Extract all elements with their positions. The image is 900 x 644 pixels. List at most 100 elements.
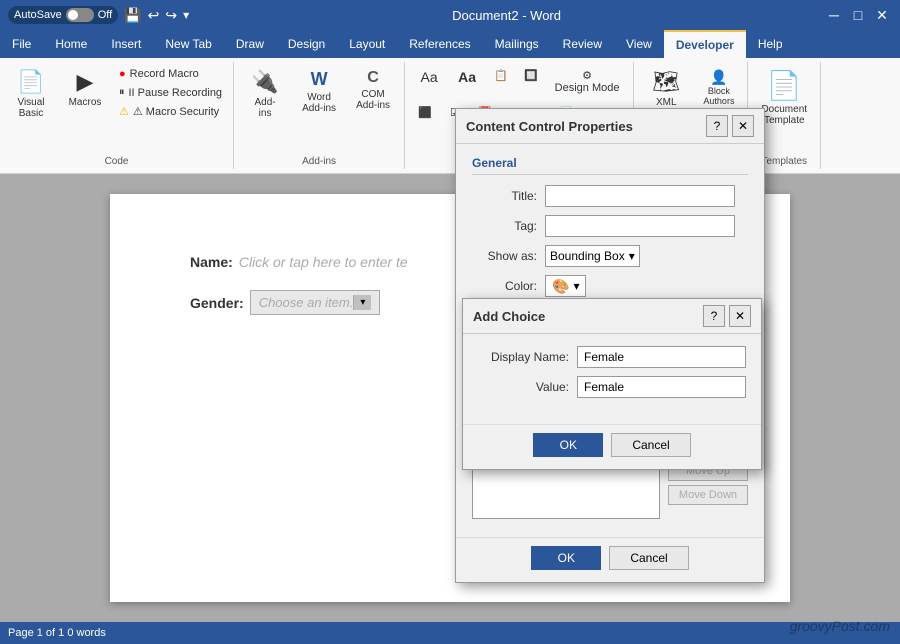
content-control-help-button[interactable]: ?: [706, 115, 728, 137]
show-as-label: Show as:: [472, 249, 537, 263]
word-icon: W: [311, 69, 328, 90]
close-button[interactable]: ✕: [872, 5, 892, 25]
app-window: AutoSave Off 💾 ↩ ↪ ▾ Document2 - Word ─ …: [0, 0, 900, 644]
save-icon[interactable]: 💾: [124, 7, 141, 24]
content-control-controls: ? ✕: [706, 115, 754, 137]
tab-home[interactable]: Home: [43, 30, 99, 58]
window-controls: ─ □ ✕: [824, 5, 892, 25]
autosave-toggle[interactable]: [66, 8, 94, 22]
display-name-row: Display Name:: [479, 346, 745, 368]
add-choice-close-button[interactable]: ✕: [729, 305, 751, 327]
ctrl1-button[interactable]: 📋: [487, 66, 515, 97]
minimize-button[interactable]: ─: [824, 5, 844, 25]
block-author-icon: 👤: [710, 69, 727, 86]
content-control-title: Content Control Properties: [466, 119, 633, 134]
ctrl2-icon: 🔲: [524, 69, 538, 82]
color-row: Color: 🎨 ▾: [472, 275, 748, 297]
tab-references[interactable]: References: [397, 30, 482, 58]
color-picker-button[interactable]: 🎨 ▾: [545, 275, 586, 297]
maximize-button[interactable]: □: [848, 5, 868, 25]
autosave-badge: AutoSave Off: [8, 6, 118, 24]
ribbon-content: 📄 VisualBasic ▶ Macros ● Record Macro: [0, 58, 900, 174]
document-area: Name: Click or tap here to enter te Gend…: [0, 174, 900, 622]
name-placeholder[interactable]: Click or tap here to enter te: [239, 254, 408, 270]
add-choice-body: Display Name: Value:: [463, 334, 761, 418]
tab-layout[interactable]: Layout: [337, 30, 397, 58]
ribbon-group-addins: 🔌 Add-ins W WordAdd-ins C COMAdd-ins Add…: [234, 62, 405, 169]
redo-icon[interactable]: ↪: [165, 7, 177, 24]
move-down-button[interactable]: Move Down: [668, 485, 748, 505]
add-choice-ok-button[interactable]: OK: [533, 433, 603, 457]
design-mode-icon: ⚙: [582, 69, 592, 82]
ctrl3-button[interactable]: ⬛: [411, 103, 439, 134]
ctrl1-icon: 📋: [494, 69, 508, 82]
add-choice-controls: ? ✕: [703, 305, 751, 327]
value-input[interactable]: [577, 376, 746, 398]
tab-newtab[interactable]: New Tab: [153, 30, 223, 58]
aa-small-icon: Aa: [421, 69, 438, 85]
ctrl2-button[interactable]: 🔲: [517, 66, 545, 97]
app-title: Document2 - Word: [452, 8, 561, 23]
content-control-cancel-button[interactable]: Cancel: [609, 546, 688, 570]
record-macro-button[interactable]: ● Record Macro: [114, 66, 227, 82]
add-choice-dialog: Add Choice ? ✕ Display Name: Value: OK C…: [462, 298, 762, 470]
gender-label: Gender:: [190, 295, 244, 311]
display-name-input[interactable]: [577, 346, 746, 368]
code-group-buttons: 📄 VisualBasic ▶ Macros ● Record Macro: [6, 66, 227, 154]
ctrl3-icon: ⬛: [418, 106, 432, 119]
show-as-select[interactable]: Bounding Box ▾: [545, 245, 640, 267]
add-choice-help-button[interactable]: ?: [703, 305, 725, 327]
block-author-button[interactable]: 👤 BlockAuthors: [696, 66, 741, 109]
code-group-label: Code: [6, 154, 227, 169]
ribbon-group-code: 📄 VisualBasic ▶ Macros ● Record Macro: [0, 62, 234, 169]
macro-security-button[interactable]: ⚠ ⚠ Macro Security: [114, 103, 227, 120]
word-addins-button[interactable]: W WordAdd-ins: [294, 66, 344, 117]
status-text: Page 1 of 1 0 words: [8, 627, 106, 639]
add-choice-title: Add Choice: [473, 309, 545, 324]
status-bar: Page 1 of 1 0 words: [0, 622, 900, 644]
aa-small-button[interactable]: Aa: [411, 66, 447, 97]
dropdown-arrow-icon[interactable]: ▾: [353, 295, 371, 310]
tag-row: Tag:: [472, 215, 748, 237]
tab-mailings[interactable]: Mailings: [483, 30, 551, 58]
customize-icon[interactable]: ▾: [183, 8, 189, 22]
com-icon: C: [367, 69, 379, 87]
content-control-close-button[interactable]: ✕: [732, 115, 754, 137]
title-input[interactable]: [545, 185, 735, 207]
document-template-icon: 📄: [767, 69, 802, 102]
color-label: Color:: [472, 279, 537, 293]
tab-file[interactable]: File: [0, 30, 43, 58]
tab-insert[interactable]: Insert: [99, 30, 153, 58]
general-section-header: General: [472, 156, 748, 175]
aa-large-button[interactable]: Aa: [449, 66, 485, 97]
tab-view[interactable]: View: [614, 30, 664, 58]
addins-group-label: Add-ins: [240, 154, 398, 169]
content-control-title-bar: Content Control Properties ? ✕: [456, 109, 764, 144]
undo-icon[interactable]: ↩: [148, 7, 160, 24]
gender-dropdown[interactable]: Choose an item. ▾: [250, 290, 381, 315]
content-control-ok-button[interactable]: OK: [531, 546, 601, 570]
tab-design[interactable]: Design: [276, 30, 337, 58]
tag-input[interactable]: [545, 215, 735, 237]
xml-icon: 🗺: [652, 69, 680, 95]
add-choice-cancel-button[interactable]: Cancel: [611, 433, 690, 457]
macros-button[interactable]: ▶ Macros: [60, 66, 110, 111]
tab-help[interactable]: Help: [746, 30, 795, 58]
tab-developer[interactable]: Developer: [664, 30, 746, 58]
value-label: Value:: [479, 380, 569, 394]
show-as-chevron: ▾: [629, 249, 635, 263]
tab-draw[interactable]: Draw: [224, 30, 276, 58]
add-choice-title-bar: Add Choice ? ✕: [463, 299, 761, 334]
autosave-state: Off: [98, 9, 112, 21]
tab-review[interactable]: Review: [551, 30, 614, 58]
visual-basic-button[interactable]: 📄 VisualBasic: [6, 66, 56, 122]
value-row: Value:: [479, 376, 745, 398]
title-row: Title:: [472, 185, 748, 207]
pause-recording-button[interactable]: ⏸ II Pause Recording: [114, 84, 227, 101]
title-bar-left: AutoSave Off 💾 ↩ ↪ ▾: [8, 6, 189, 24]
content-control-footer: OK Cancel: [456, 537, 764, 582]
com-addins-button[interactable]: C COMAdd-ins: [348, 66, 398, 114]
ribbon-tabs: File Home Insert New Tab Draw Design Lay…: [0, 30, 900, 58]
design-mode-button[interactable]: ⚙ Design Mode: [547, 66, 627, 97]
addins-button[interactable]: 🔌 Add-ins: [240, 66, 290, 122]
